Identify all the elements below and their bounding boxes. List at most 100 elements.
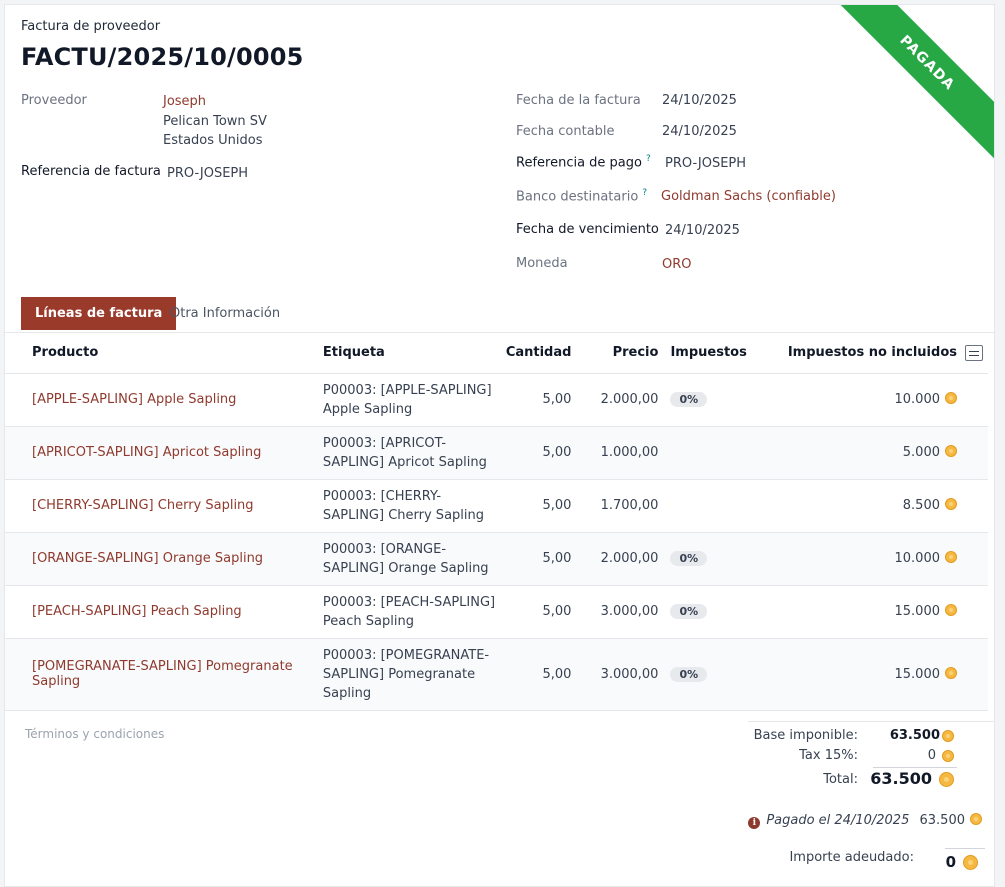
gold-coin-icon	[970, 813, 982, 825]
accounting-date-field[interactable]: 24/10/2025	[662, 124, 737, 139]
label-cell[interactable]: P00003: [APPLE-SAPLING] Apple Sapling	[318, 373, 502, 427]
invoice-form-sheet: PAGADA Factura de proveedor FACTU/2025/1…	[4, 4, 995, 887]
payment-reference-label-text: Referencia de pago	[516, 155, 642, 171]
terms-and-conditions-field[interactable]: Términos y condiciones	[25, 727, 164, 741]
product-cell[interactable]: [ORANGE-SAPLING] Orange Sapling	[5, 532, 319, 586]
subtotal-value: 15.000	[894, 666, 941, 682]
column-header-product[interactable]: Producto	[5, 333, 319, 374]
table-row[interactable]: [PEACH-SAPLING] Peach Sapling P00003: [P…	[5, 585, 988, 639]
subtotal-cell: 10.000	[750, 532, 961, 586]
price-cell[interactable]: 3.000,00	[575, 585, 663, 639]
currency-link[interactable]: ORO	[662, 257, 692, 272]
optional-columns-icon[interactable]	[965, 344, 983, 361]
table-row[interactable]: [CHERRY-SAPLING] Cherry Sapling P00003: …	[5, 479, 988, 533]
column-header-subtotal[interactable]: Impuestos no incluidos	[750, 333, 961, 374]
gold-coin-icon	[945, 604, 957, 616]
tax-cell[interactable]: 0%	[662, 585, 751, 639]
recipient-bank-label-text: Banco destinatario	[516, 189, 639, 205]
invoice-date-field[interactable]: 24/10/2025	[662, 93, 737, 108]
gold-coin-icon	[939, 772, 954, 787]
row-spacer	[961, 479, 988, 533]
label-cell[interactable]: P00003: [APRICOT-SAPLING] Apricot Saplin…	[318, 426, 502, 480]
price-cell[interactable]: 1.000,00	[575, 426, 663, 480]
total-separator	[873, 767, 957, 768]
subtotal-cell: 15.000	[750, 585, 961, 639]
payment-reference-field[interactable]: PRO-JOSEPH	[665, 156, 746, 171]
table-row[interactable]: [ORANGE-SAPLING] Orange Sapling P00003: …	[5, 532, 988, 586]
label-cell[interactable]: P00003: [CHERRY-SAPLING] Cherry Sapling	[318, 479, 502, 533]
bill-reference-label: Referencia de factura	[21, 164, 161, 179]
quantity-cell[interactable]: 5,00	[501, 638, 576, 711]
tax-cell[interactable]: 0%	[662, 532, 751, 586]
quantity-cell[interactable]: 5,00	[501, 585, 576, 639]
price-cell[interactable]: 3.000,00	[575, 638, 663, 711]
quantity-cell[interactable]: 5,00	[501, 532, 576, 586]
optional-columns-toggle[interactable]	[961, 333, 988, 374]
gold-coin-icon	[945, 551, 957, 563]
product-cell[interactable]: [CHERRY-SAPLING] Cherry Sapling	[5, 479, 319, 533]
vendor-link[interactable]: Joseph	[163, 94, 206, 109]
table-row[interactable]: [APPLE-SAPLING] Apple Sapling P00003: [A…	[5, 373, 988, 427]
label-cell[interactable]: P00003: [ORANGE-SAPLING] Orange Sapling	[318, 532, 502, 586]
column-header-taxes[interactable]: Impuestos	[662, 333, 751, 374]
invoice-date-label: Fecha de la factura	[516, 93, 641, 108]
row-spacer	[961, 373, 988, 427]
tax-value: 0	[927, 748, 936, 763]
info-icon[interactable]: i	[748, 817, 761, 829]
tax-cell[interactable]: 0%	[662, 373, 751, 427]
product-cell[interactable]: [PEACH-SAPLING] Peach Sapling	[5, 585, 319, 639]
label-cell[interactable]: P00003: [PEACH-SAPLING] Peach Sapling	[318, 585, 502, 639]
quantity-cell[interactable]: 5,00	[501, 479, 576, 533]
payment-amount: 63.500	[919, 813, 966, 828]
due-date-field[interactable]: 24/10/2025	[665, 223, 740, 238]
column-header-quantity[interactable]: Cantidad	[501, 333, 576, 374]
product-cell[interactable]: [APRICOT-SAPLING] Apricot Sapling	[5, 426, 319, 480]
column-header-label[interactable]: Etiqueta	[318, 333, 502, 374]
accounting-date-label: Fecha contable	[516, 124, 615, 139]
row-spacer	[961, 426, 988, 480]
document-type-label: Factura de proveedor	[21, 19, 161, 34]
tax-badge: 0%	[670, 392, 708, 407]
tab-other-info[interactable]: Otra Información	[156, 297, 294, 330]
payment-line[interactable]: i Pagado el 24/10/2025 63.500	[748, 813, 982, 829]
tax-cell[interactable]	[662, 479, 751, 533]
quantity-cell[interactable]: 5,00	[501, 373, 576, 427]
invoice-number-title: FACTU/2025/10/0005	[21, 43, 304, 71]
amount-due-value: 0	[945, 853, 956, 871]
table-row[interactable]: [POMEGRANATE-SAPLING] Pomegranate Saplin…	[5, 638, 988, 711]
table-row[interactable]: [APRICOT-SAPLING] Apricot Sapling P00003…	[5, 426, 988, 480]
product-cell[interactable]: [APPLE-SAPLING] Apple Sapling	[5, 373, 319, 427]
gold-coin-icon	[945, 445, 957, 457]
tax-cell[interactable]: 0%	[662, 638, 751, 711]
recipient-bank-help-icon[interactable]: ?	[642, 188, 647, 198]
price-cell[interactable]: 1.700,00	[575, 479, 663, 533]
row-spacer	[961, 532, 988, 586]
label-cell[interactable]: P00003: [POMEGRANATE-SAPLING] Pomegranat…	[318, 638, 502, 711]
tax-cell[interactable]	[662, 426, 751, 480]
totals-divider	[748, 721, 994, 722]
tax-label: Tax 15%:	[799, 748, 858, 763]
recipient-bank-link[interactable]: Goldman Sachs (confiable)	[661, 189, 836, 204]
product-cell[interactable]: [POMEGRANATE-SAPLING] Pomegranate Saplin…	[5, 638, 319, 711]
price-cell[interactable]: 2.000,00	[575, 532, 663, 586]
untaxed-amount-label: Base imponible:	[753, 728, 858, 743]
status-ribbon: PAGADA	[834, 5, 994, 159]
gold-coin-icon	[963, 855, 978, 870]
due-separator	[945, 848, 985, 849]
quantity-cell[interactable]: 5,00	[501, 426, 576, 480]
gold-coin-icon	[945, 498, 957, 510]
tab-invoice-lines[interactable]: Líneas de factura	[21, 297, 177, 330]
tax-badge: 0%	[670, 666, 708, 682]
price-cell[interactable]: 2.000,00	[575, 373, 663, 427]
status-ribbon-container: PAGADA	[834, 5, 994, 165]
column-header-price[interactable]: Precio	[575, 333, 663, 374]
gold-coin-icon	[945, 392, 957, 404]
bill-reference-field[interactable]: PRO-JOSEPH	[167, 166, 248, 181]
subtotal-value: 10.000	[894, 551, 941, 566]
subtotal-value: 8.500	[902, 498, 940, 513]
payment-reference-help-icon[interactable]: ?	[646, 154, 651, 164]
vendor-label: Proveedor	[21, 93, 87, 108]
amount-due-label: Importe adeudado:	[789, 850, 914, 865]
recipient-bank-label: Banco destinatario?	[516, 188, 647, 204]
payment-reference-label: Referencia de pago?	[516, 154, 651, 170]
